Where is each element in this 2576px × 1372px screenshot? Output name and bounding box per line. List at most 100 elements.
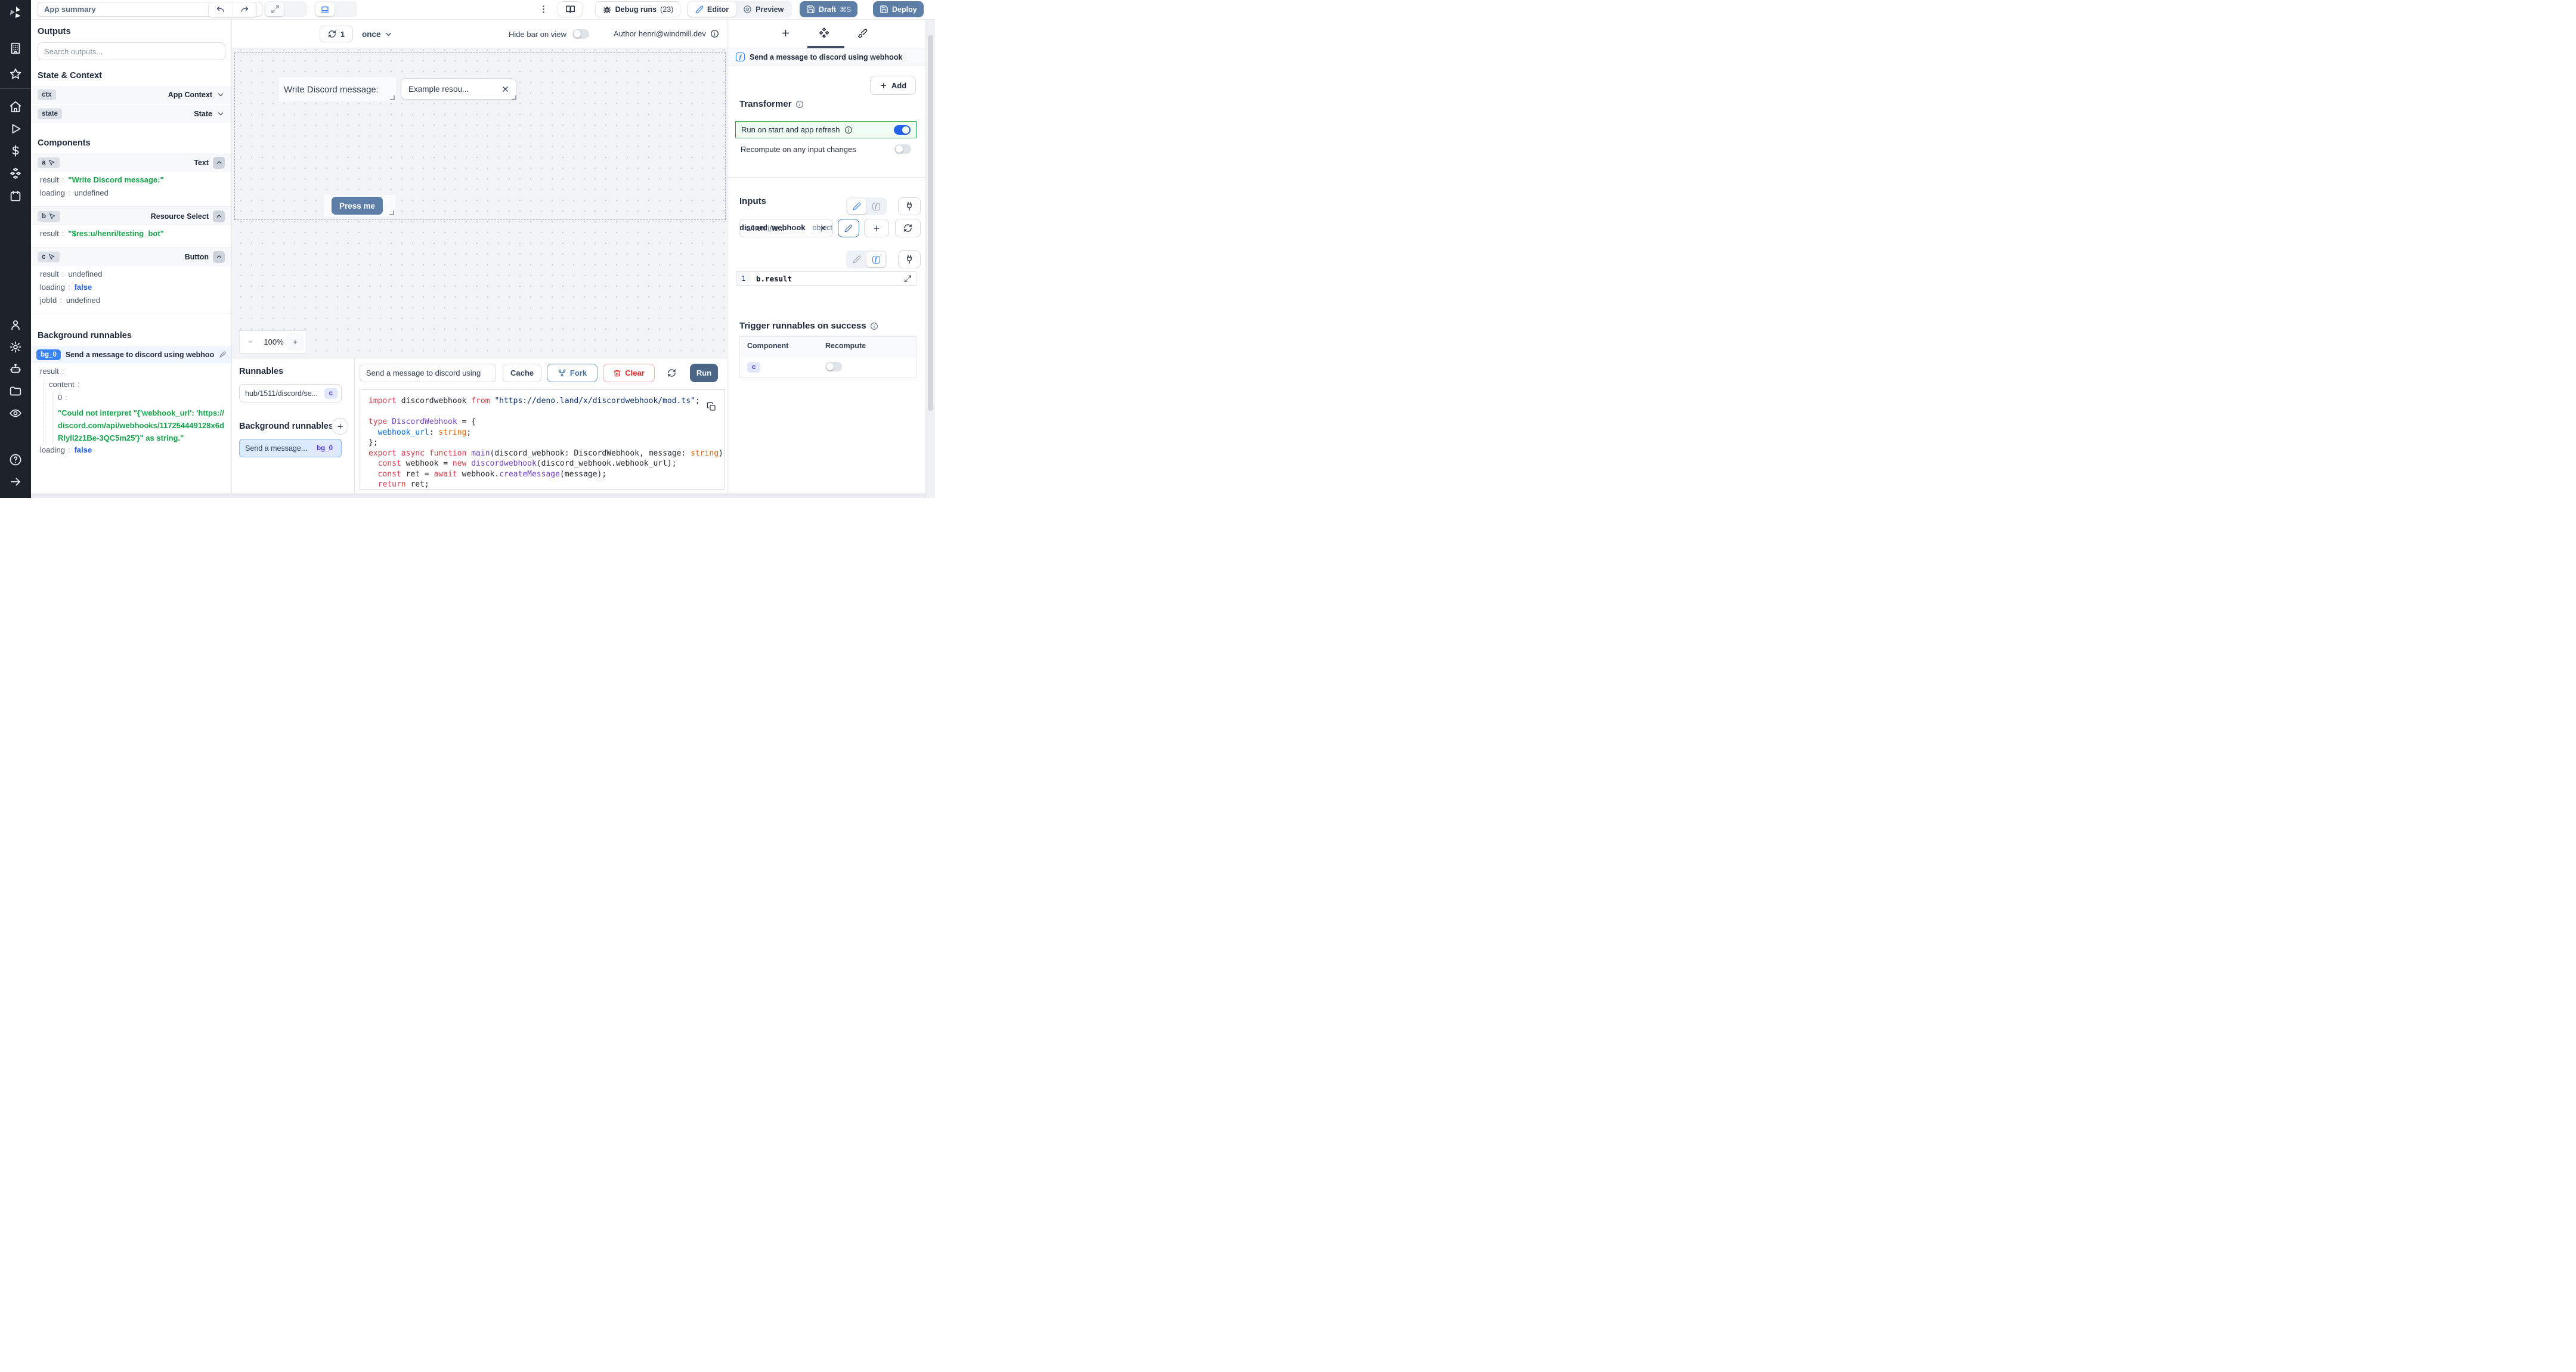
folders-icon[interactable] [9,385,22,398]
component-row-b[interactable]: b Resource Select [31,207,231,225]
scrollbar-thumb[interactable] [928,35,933,411]
output-key[interactable]: loading [40,188,65,197]
help-icon[interactable] [9,453,22,466]
resources-cubes-icon[interactable] [9,167,22,180]
text-component-a[interactable]: Write Discord message: [279,78,396,101]
draft-save-button[interactable]: Draft ⌘S [800,1,858,17]
zoom-in-button[interactable]: + [286,333,304,351]
runnable-item-c[interactable]: hub/1511/discord/se... c [239,384,342,402]
press-me-button[interactable]: Press me [332,197,383,215]
fullscreen-layout-button[interactable] [265,2,284,16]
run-mode-select[interactable]: once [362,26,393,42]
output-key[interactable]: content [49,380,75,389]
more-menu-kebab-icon[interactable] [538,4,549,16]
clear-x-icon[interactable] [819,224,827,232]
docs-book-button[interactable] [558,1,583,17]
run-on-start-toggle[interactable] [894,125,911,135]
message-expression-editor[interactable]: 1 b.result [736,271,917,286]
users-person-icon[interactable] [9,318,22,332]
output-key[interactable]: jobId [40,296,57,305]
component-row-a[interactable]: a Text [31,153,231,172]
edit-resource-button[interactable] [838,219,859,237]
horizontal-scrollbar[interactable] [31,493,925,498]
collapse-chevron-up-icon[interactable] [213,250,225,263]
tab-editor[interactable]: Editor [688,2,736,17]
undo-button[interactable] [209,2,233,17]
output-key[interactable]: loading [40,283,65,292]
info-icon[interactable] [710,29,719,38]
add-background-runnable-button[interactable] [332,418,348,435]
chevron-down-icon[interactable] [216,110,225,118]
resize-handle[interactable] [390,95,395,100]
create-resource-button[interactable] [864,219,889,237]
resize-handle[interactable] [389,210,394,215]
schedules-calendar-icon[interactable] [9,190,22,203]
info-icon[interactable] [870,322,878,330]
app-canvas[interactable]: Write Discord message: Example resou... … [232,48,727,358]
connect-plug-button[interactable] [898,250,921,268]
background-runnable-item-bg0[interactable]: Send a message... bg_0 [239,439,342,457]
chevron-down-icon[interactable] [216,91,225,99]
zoom-out-button[interactable]: − [240,337,261,346]
search-outputs-input[interactable] [38,42,225,60]
desktop-view-button[interactable] [315,2,335,16]
edit-pencil-icon[interactable] [219,351,226,358]
fork-button[interactable]: Fork [547,364,597,382]
collapse-chevron-up-icon[interactable] [213,156,225,169]
output-key[interactable]: result [40,270,59,278]
recompute-row-toggle[interactable] [825,361,842,371]
debug-runs-button[interactable]: Debug runs (23) [595,1,680,17]
output-key[interactable]: 0 [58,393,62,402]
tab-component-settings[interactable] [818,27,830,39]
runnable-name-input[interactable] [360,364,496,382]
eval-mode-button[interactable]: f [866,199,886,214]
windmill-logo-icon[interactable] [8,5,23,20]
info-icon[interactable] [844,126,853,134]
info-icon[interactable] [795,100,804,109]
cache-button[interactable]: Cache [503,364,541,382]
tab-insert-component[interactable] [781,28,791,38]
collapse-sidebar-arrow-icon[interactable] [9,475,22,488]
clear-x-icon[interactable] [501,85,510,94]
reload-code-button[interactable] [660,364,683,382]
favorites-star-icon[interactable] [9,67,22,80]
home-icon[interactable] [9,100,22,113]
resource-select-input[interactable]: Example resou... [401,78,516,100]
static-pencil-mode-button[interactable] [847,199,866,214]
workspace-icon[interactable] [9,42,22,55]
tab-preview[interactable]: Preview [736,2,791,17]
refresh-count-button[interactable]: 1 [320,26,353,42]
eval-mode-button[interactable]: f [866,252,886,267]
code-editor[interactable]: import discordwebhook from "https://deno… [360,389,725,490]
expand-icon[interactable] [904,275,912,283]
variables-dollar-icon[interactable] [9,144,22,157]
output-key[interactable]: result [40,229,59,238]
hide-bar-toggle[interactable] [572,29,589,39]
output-row-ctx[interactable]: ctx App Context [31,86,231,104]
runs-play-icon[interactable] [9,122,22,135]
static-pencil-mode-button[interactable] [847,252,866,267]
output-row-state[interactable]: state State [31,105,231,123]
output-key[interactable]: result [40,367,59,376]
audit-eye-icon[interactable] [9,407,22,420]
component-row-c[interactable]: c Button [31,247,231,266]
output-key[interactable]: result [40,175,59,184]
settings-gear-icon[interactable] [9,340,22,354]
connect-plug-button[interactable] [898,197,921,215]
clear-button[interactable]: Clear [603,364,655,382]
background-runnable-row-bg0[interactable]: bg_0 Send a message to discord using web… [31,346,231,363]
redo-button[interactable] [233,2,257,17]
resource-picker-field[interactable]: u/henri/te... [739,219,833,237]
run-button[interactable]: Run [690,364,718,382]
copy-code-icon[interactable] [707,402,716,411]
vertical-scrollbar[interactable] [925,20,935,498]
collapse-chevron-up-icon[interactable] [213,210,225,222]
tab-styling[interactable] [857,28,868,38]
output-key[interactable]: loading [40,445,65,454]
deploy-button[interactable]: Deploy [873,1,924,17]
workers-robot-icon[interactable] [9,363,22,376]
recompute-toggle[interactable] [894,144,911,154]
refresh-resource-button[interactable] [895,219,921,237]
resize-handle[interactable] [512,95,516,100]
add-transformer-button[interactable]: Add [870,76,916,95]
